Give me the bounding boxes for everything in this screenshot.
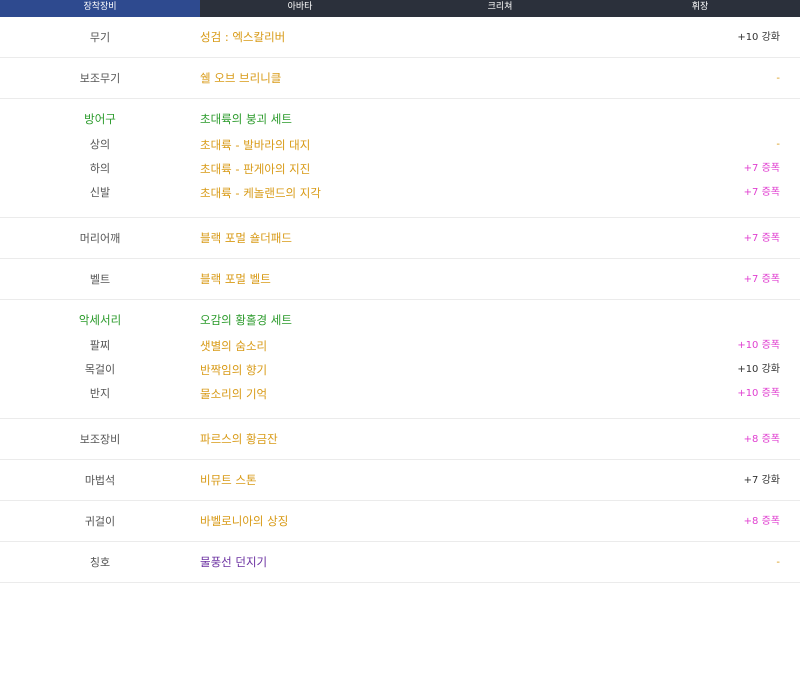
slot-label: 무기 [89,31,111,44]
equipment-slot-row: 보조무기 쉘 오브 브리니클 - [0,58,800,99]
tab-emblem[interactable]: 휘장 [650,0,750,17]
slot-label: 신발 [89,186,111,199]
slot-label: 벨트 [89,273,111,286]
slot-label: 팔찌 [89,339,111,352]
slot-label: 하의 [89,162,111,175]
item-name-link[interactable]: 파르스의 황금잔 [200,419,278,460]
slot-label: 머리어깨 [79,232,121,245]
equipment-slot-row: 머리어깨 블랙 포멀 숄더패드 +7 증폭 [0,218,800,259]
item-name-link[interactable]: 반짝임의 향기 [200,358,267,382]
item-name-link[interactable]: 초대륙 - 발바라의 대지 [200,133,310,157]
enhancement-value: +10 강화 [737,364,780,375]
slot-label: 보조무기 [79,72,121,85]
enhancement-value: - [776,557,780,568]
equipment-set-row: 방어구 초대륙의 붕괴 세트상의 초대륙 - 발바라의 대지 - 하의 초대륙 - 판게아… [0,99,800,218]
item-name-link[interactable]: 성검 : 엑스칼리버 [200,17,285,58]
item-name-link[interactable]: 블랙 포멀 벨트 [200,259,271,300]
enhancement-value: - [776,139,780,150]
enhancement-value: +10 강화 [737,32,780,43]
set-name[interactable]: 초대륙의 붕괴 세트 [200,111,292,127]
item-name-link[interactable]: 물풍선 던지기 [200,542,267,583]
equipment-set-row: 악세서리 오감의 황홀경 세트 팔찌 샛별의 숨소리 +10 증폭 목걸이 반짝임의 향기 +… [0,300,800,419]
set-category-label: 방어구 [84,112,116,126]
slot-label: 칭호 [89,556,111,569]
enhancement-value: +8 증폭 [743,434,780,445]
item-name-link[interactable]: 물소리의 기억 [200,382,267,406]
slot-label: 상의 [89,138,111,151]
equipment-slot-row: 무기 성검 : 엑스칼리버 +10 강화 [0,17,800,58]
enhancement-value: +7 강화 [743,475,780,486]
equipment-slot-row: 하의 초대륙 - 판게아의 지진 +7 증폭 [0,157,800,181]
enhancement-value: +10 증폭 [737,388,780,399]
item-name-link[interactable]: 바벨로니아의 상징 [200,501,288,542]
equipment-slot-row: 마법석 비뮤트 스톤 +7 강화 [0,460,800,501]
enhancement-value: +7 증폭 [743,274,780,285]
tab-equipment[interactable]: 장착장비 [0,0,200,17]
equipment-slot-row: 목걸이 반짝임의 향기 +10 강화 [0,358,800,382]
tab-creature[interactable]: 크리쳐 [450,0,550,17]
enhancement-value: +7 증폭 [743,233,780,244]
slot-label: 귀걸이 [84,515,116,528]
item-name-link[interactable]: 샛별의 숨소리 [200,334,267,358]
tab-avatar[interactable]: 아바타 [250,0,350,17]
slot-label: 목걸이 [84,363,116,376]
equipment-slot-row: 보조장비 파르스의 황금잔 +8 증폭 [0,419,800,460]
set-name[interactable]: 오감의 황홀경 세트 [200,312,292,328]
item-name-link[interactable]: 초대륙 - 케놀랜드의 지각 [200,181,321,205]
enhancement-value: +8 증폭 [743,516,780,527]
item-name-link[interactable]: 비뮤트 스톤 [200,460,257,501]
slot-label: 보조장비 [79,433,121,446]
equipment-slot-row: 칭호 물풍선 던지기 - [0,542,800,583]
set-category-label: 악세서리 [78,313,122,327]
equipment-slot-row: 반지 물소리의 기억 +10 증폭 [0,382,800,406]
equipment-slot-row: 신발 초대륙 - 케놀랜드의 지각 +7 증폭 [0,181,800,205]
item-name-link[interactable]: 쉘 오브 브리니클 [200,58,281,99]
equipment-slot-row: 팔찌 샛별의 숨소리 +10 증폭 [0,334,800,358]
equipment-slot-row: 상의 초대륙 - 발바라의 대지 - [0,133,800,157]
equipment-slot-row: 벨트 블랙 포멀 벨트 +7 증폭 [0,259,800,300]
slot-label: 마법석 [84,474,116,487]
equipment-tabs: 장착장비 아바타 크리쳐 휘장 [0,0,800,17]
item-name-link[interactable]: 블랙 포멀 숄더패드 [200,218,292,259]
enhancement-value: +10 증폭 [737,340,780,351]
equipment-list: 무기 성검 : 엑스칼리버 +10 강화 보조무기 쉘 오브 브리니클 - 방어구 초대륙의 … [0,17,800,583]
enhancement-value: +7 증폭 [743,163,780,174]
slot-label: 반지 [89,387,111,400]
equipment-slot-row: 귀걸이 바벨로니아의 상징 +8 증폭 [0,501,800,542]
item-name-link[interactable]: 초대륙 - 판게아의 지진 [200,157,310,181]
enhancement-value: +7 증폭 [743,187,780,198]
enhancement-value: - [776,73,780,84]
